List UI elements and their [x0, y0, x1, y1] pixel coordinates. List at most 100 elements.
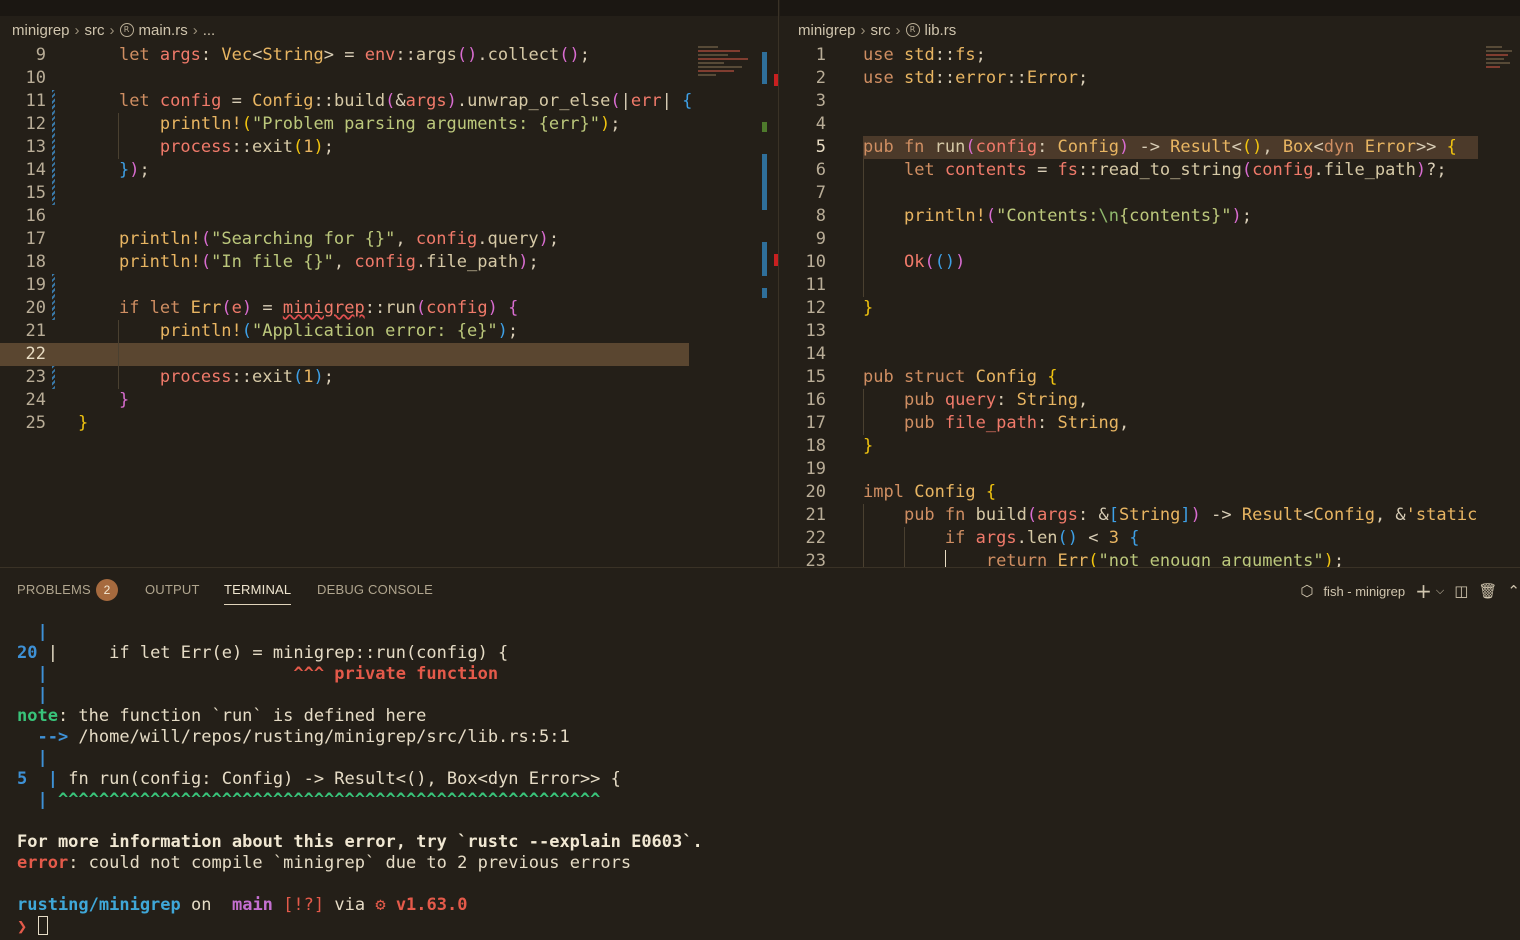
- code-line: 17 pub file_path: String,: [780, 412, 1520, 435]
- tab-terminal[interactable]: TERMINAL: [224, 582, 292, 605]
- breadcrumb: minigrep › src › R main.rs › ...: [12, 18, 215, 42]
- code-line: 2 use std::error::Error;: [780, 67, 1520, 90]
- split-terminal-icon[interactable]: ◫: [1454, 582, 1468, 600]
- chevron-up-icon[interactable]: ⌃: [1507, 582, 1520, 600]
- line-number: 13: [805, 321, 826, 341]
- git-change-marker[interactable]: [52, 90, 55, 113]
- code-line: 14 });: [0, 159, 778, 182]
- code-line: 4: [780, 113, 1520, 136]
- code-line: 12 println!("Problem parsing arguments: …: [0, 113, 778, 136]
- code-line: 9: [780, 228, 1520, 251]
- breadcrumb-item[interactable]: minigrep: [798, 22, 856, 39]
- code-line: 19: [780, 458, 1520, 481]
- trash-icon[interactable]: 🗑: [1478, 582, 1497, 600]
- change-marker: [762, 154, 767, 210]
- terminal-line: --> /home/will/repos/rusting/minigrep/sr…: [17, 727, 570, 747]
- git-change-marker[interactable]: [52, 297, 55, 320]
- editor-tab-strip[interactable]: [0, 0, 778, 16]
- code-line: 11: [780, 274, 1520, 297]
- chevron-right-icon: ›: [192, 21, 198, 39]
- line-number: 25: [25, 413, 46, 433]
- code-text: pub struct Config {: [863, 367, 1058, 387]
- problems-count-badge: 2: [96, 579, 118, 601]
- code-line: 20 if let Err(e) = minigrep::run(config)…: [0, 297, 778, 320]
- code-line: 10 Ok(()): [780, 251, 1520, 274]
- editor-lib-rs[interactable]: minigrep › src › R lib.rs 1 use std::fs; …: [780, 0, 1520, 567]
- code-line: 6 let contents = fs::read_to_string(conf…: [780, 159, 1520, 182]
- line-number: 3: [815, 91, 826, 111]
- code-line: 14: [780, 343, 1520, 366]
- code-text: use std::fs;: [863, 45, 986, 65]
- chevron-down-icon[interactable]: ⌵: [1436, 584, 1444, 598]
- line-number: 24: [25, 390, 46, 410]
- breadcrumb-item[interactable]: lib.rs: [925, 22, 957, 39]
- git-change-marker[interactable]: [52, 274, 55, 297]
- line-number: 14: [805, 344, 826, 364]
- code-area[interactable]: 9 let args: Vec<String> = env::args().co…: [0, 44, 778, 435]
- line-number: 2: [815, 68, 826, 88]
- chevron-right-icon: ›: [74, 21, 80, 39]
- code-line: 18 println!("In file {}", config.file_pa…: [0, 251, 778, 274]
- line-number: 10: [25, 68, 46, 88]
- code-text: use std::error::Error;: [863, 68, 1089, 88]
- tab-output[interactable]: OUTPUT: [145, 582, 200, 597]
- code-line: 1 use std::fs;: [780, 44, 1520, 67]
- line-number: 20: [805, 482, 826, 502]
- bottom-panel: PROBLEMS 2 OUTPUT TERMINAL DEBUG CONSOLE…: [0, 567, 1520, 940]
- terminal-cursor: [37, 916, 48, 935]
- code-text: impl Config {: [863, 482, 997, 502]
- line-number: 10: [805, 252, 826, 272]
- line-number: 21: [25, 321, 46, 341]
- code-text: println!("In file {}", config.file_path)…: [118, 252, 539, 272]
- breadcrumb-item[interactable]: main.rs: [139, 22, 188, 39]
- error-marker: [774, 74, 778, 86]
- minimap[interactable]: [1480, 44, 1520, 104]
- breadcrumb-item[interactable]: minigrep: [12, 22, 70, 39]
- terminal-line: 5 | fn run(config: Config) -> Result<(),…: [17, 769, 621, 789]
- code-line: 13: [780, 320, 1520, 343]
- line-number: 9: [815, 229, 826, 249]
- code-area[interactable]: 1 use std::fs; 2 use std::error::Error; 3 …: [780, 44, 1520, 567]
- code-line: 23 process::exit(1);: [0, 366, 778, 389]
- minimap[interactable]: [692, 44, 762, 104]
- code-text: Ok(()): [903, 252, 966, 272]
- chevron-right-icon: ›: [860, 21, 866, 39]
- editor-main-rs[interactable]: minigrep › src › R main.rs › ... 9 let a…: [0, 0, 779, 567]
- indent-guide: [118, 343, 119, 366]
- terminal-prompt: rusting/minigrep on main [!?] via ⚙ v1.6…: [17, 895, 468, 915]
- code-text: pub file_path: String,: [903, 413, 1130, 433]
- line-number: 11: [25, 91, 46, 111]
- code-line: 7: [780, 182, 1520, 205]
- terminal-line: note: the function `run` is defined here: [17, 706, 427, 726]
- rust-file-icon: R: [905, 23, 920, 37]
- plus-icon[interactable]: +: [1415, 579, 1432, 603]
- git-change-marker[interactable]: [52, 182, 55, 205]
- terminal-output[interactable]: | 20 | if let Err(e) = minigrep::run(con…: [17, 622, 1510, 937]
- code-line: 15 pub struct Config {: [780, 366, 1520, 389]
- terminal-input-line[interactable]: ❯: [17, 916, 1510, 937]
- git-change-marker[interactable]: [52, 113, 55, 136]
- line-number: 17: [805, 413, 826, 433]
- git-change-marker[interactable]: [52, 136, 55, 159]
- tab-debug-console[interactable]: DEBUG CONSOLE: [317, 582, 433, 597]
- git-change-marker[interactable]: [52, 159, 55, 182]
- terminal-name[interactable]: fish - minigrep: [1323, 584, 1405, 599]
- code-line: 23 return Err("not enougn arguments");: [780, 550, 1520, 567]
- breadcrumb: minigrep › src › R lib.rs: [798, 18, 956, 42]
- breadcrumb-item[interactable]: src: [871, 22, 891, 39]
- editor-tab-strip[interactable]: [780, 0, 1520, 16]
- breadcrumb-item[interactable]: src: [85, 22, 105, 39]
- line-number: 17: [25, 229, 46, 249]
- line-number: 22: [25, 344, 46, 364]
- scrollbar[interactable]: [762, 44, 778, 567]
- code-line: 11 let config = Config::build(&args).unw…: [0, 90, 778, 113]
- line-number: 11: [805, 275, 826, 295]
- code-line: 24 }: [0, 389, 778, 412]
- breadcrumb-item[interactable]: ...: [203, 22, 216, 39]
- terminal-line: 20 | if let Err(e) = minigrep::run(confi…: [17, 643, 509, 663]
- tab-problems[interactable]: PROBLEMS: [17, 582, 91, 597]
- code-text: println!("Searching for {}", config.quer…: [118, 229, 560, 249]
- code-text: pub fn run(config: Config) -> Result<(),…: [863, 136, 1478, 159]
- git-change-marker[interactable]: [52, 366, 55, 389]
- line-number: 21: [805, 505, 826, 525]
